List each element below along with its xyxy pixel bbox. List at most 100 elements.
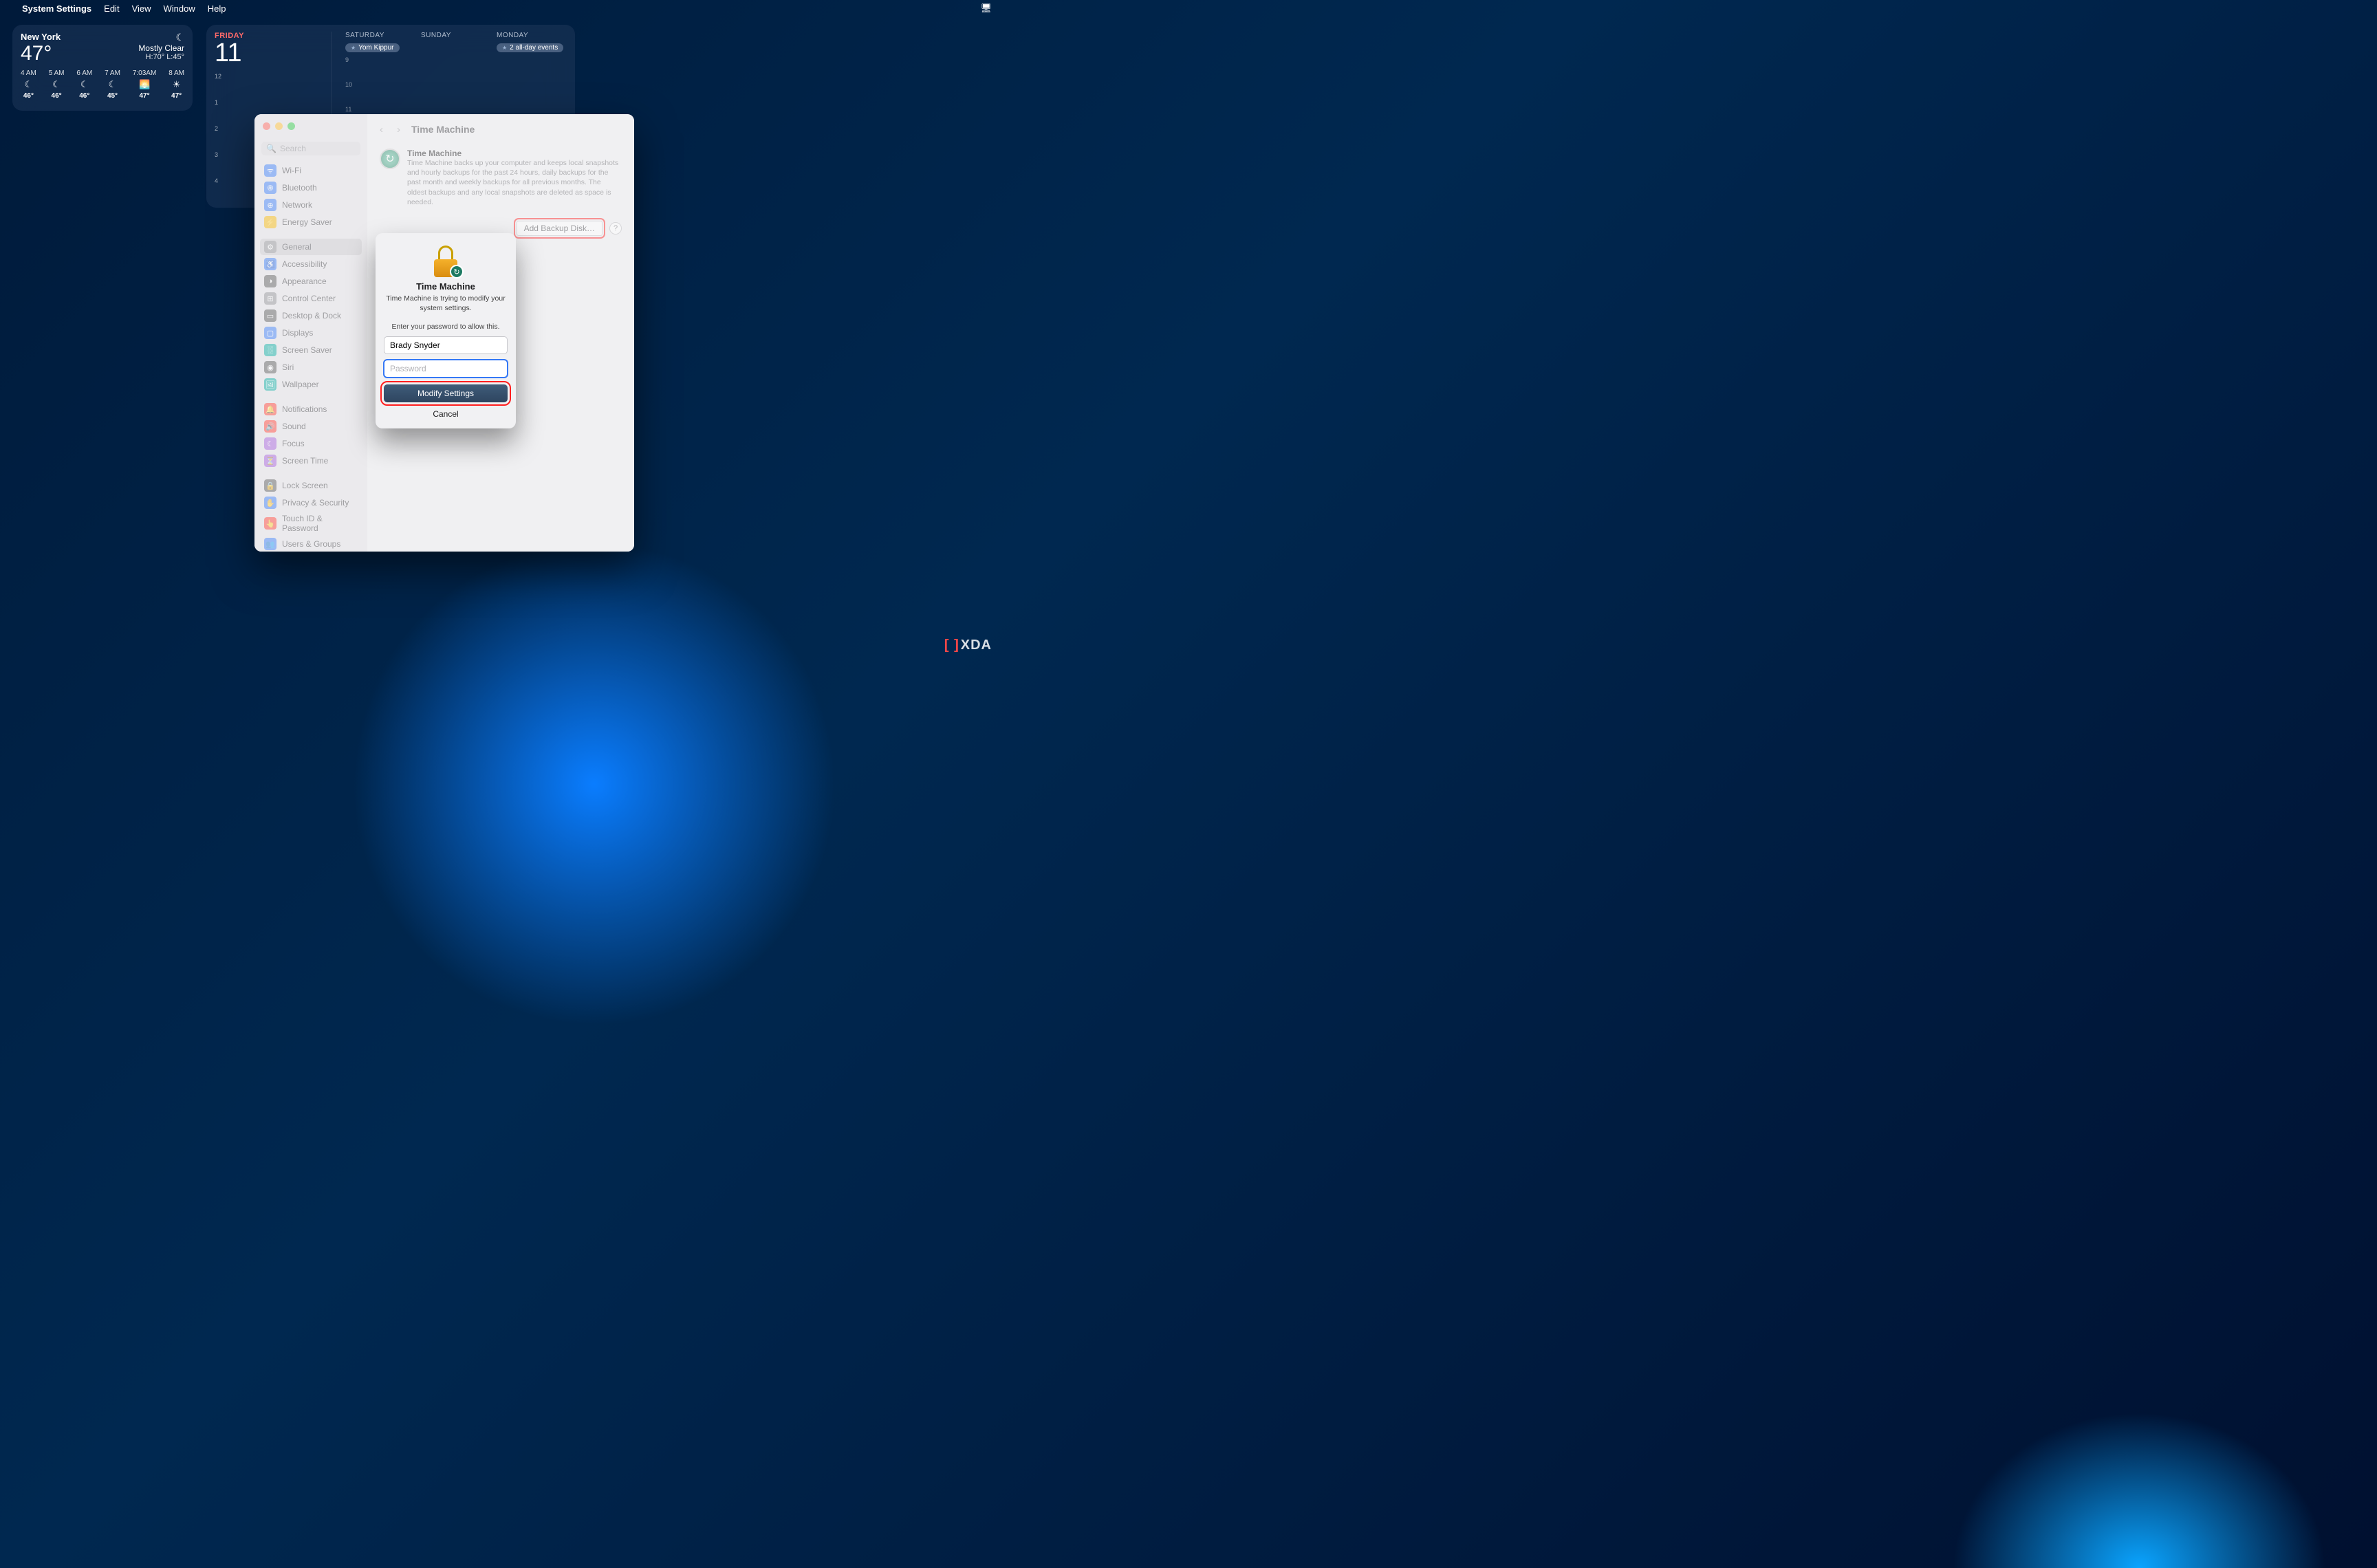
sidebar-item-label: Sound <box>282 422 306 431</box>
weather-widget[interactable]: New York 47° ☾ Mostly Clear H:70° L:45° … <box>12 25 193 111</box>
sidebar-item-users-groups[interactable]: 👥Users & Groups <box>260 536 362 552</box>
sidebar-icon: ◉ <box>264 361 276 373</box>
calendar-event-pill[interactable]: 2 all-day events <box>497 43 563 52</box>
sidebar-icon: ▢ <box>264 327 276 339</box>
menubar: System Settings Edit View Window Help 🖥 <box>0 0 1001 17</box>
sidebar-item-desktop-dock[interactable]: ▭Desktop & Dock <box>260 307 362 324</box>
description-head: Time Machine <box>407 149 622 158</box>
menu-view[interactable]: View <box>132 3 151 14</box>
sidebar-item-network[interactable]: ⊕ Network <box>260 197 362 213</box>
menubar-app-name[interactable]: System Settings <box>22 3 91 14</box>
help-button[interactable]: ? <box>609 222 622 235</box>
sidebar-item-notifications[interactable]: 🔔 Notifications <box>260 401 362 417</box>
menu-help[interactable]: Help <box>208 3 226 14</box>
forward-button[interactable]: › <box>394 124 403 135</box>
sidebar-item-lock-screen[interactable]: 🔒 Lock Screen <box>260 477 362 494</box>
sidebar-icon: ░ <box>264 344 276 356</box>
content-titlebar: ‹ › Time Machine <box>367 114 634 144</box>
calendar-event-pill[interactable]: Yom Kippur <box>345 43 400 52</box>
sidebar-item-label: Control Center <box>282 294 336 303</box>
back-button[interactable]: ‹ <box>377 124 386 135</box>
sidebar-items: ᯤ Wi-Fi ֍ Bluetooth ⊕ Network ⚡ Energy Saver ⚙ Ge… <box>260 162 362 552</box>
sidebar-icon: ᯤ <box>264 164 276 177</box>
time-machine-description: ↻ Time Machine Time Machine backs up you… <box>377 144 625 211</box>
moon-icon: ☾ <box>138 32 184 43</box>
sidebar-icon: ☾ <box>264 437 276 450</box>
add-backup-disk-button[interactable]: Add Backup Disk… <box>517 221 603 236</box>
sidebar-item-screen-saver[interactable]: ░Screen Saver <box>260 342 362 358</box>
sidebar-icon: ⚙ <box>264 241 276 253</box>
sidebar-item-touch-id-password[interactable]: 👆 Touch ID & Password <box>260 512 362 535</box>
sidebar-icon: ⊞ <box>264 292 276 305</box>
weather-hilo: H:70° L:45° <box>138 53 184 61</box>
lock-icon: ↻ <box>429 244 462 277</box>
zoom-icon[interactable] <box>287 122 295 130</box>
search-input[interactable]: 🔍 Search <box>261 142 360 155</box>
sidebar-icon: ◑ <box>264 275 276 287</box>
search-placeholder: Search <box>280 144 306 153</box>
auth-message: Time Machine is trying to modify your sy… <box>384 294 508 313</box>
sidebar-item-accessibility[interactable]: ♿Accessibility <box>260 256 362 272</box>
description-body: Time Machine backs up your computer and … <box>407 158 622 207</box>
sidebar-item-label: General <box>282 242 312 252</box>
search-icon: 🔍 <box>266 144 276 153</box>
sidebar-icon: ֍ <box>264 182 276 194</box>
sidebar-item-control-center[interactable]: ⊞ Control Center <box>260 290 362 307</box>
menu-window[interactable]: Window <box>164 3 195 14</box>
auth-dialog: ↻ Time Machine Time Machine is trying to… <box>376 233 516 428</box>
sidebar-item-screen-time[interactable]: ⏳Screen Time <box>260 453 362 469</box>
settings-sidebar: 🔍 Search ᯤ Wi-Fi ֍ Bluetooth ⊕ Network ⚡ Energy… <box>254 114 367 552</box>
weather-hour: 5 AM☾46° <box>49 69 65 100</box>
sidebar-item-label: Notifications <box>282 404 327 414</box>
weather-hourly: 4 AM☾46°5 AM☾46°6 AM☾46°7 AM☾45°7:03AM🌅4… <box>21 69 184 100</box>
username-field[interactable] <box>384 336 508 354</box>
sidebar-item-sound[interactable]: 🔊Sound <box>260 418 362 435</box>
sidebar-item-energy-saver[interactable]: ⚡ Energy Saver <box>260 214 362 230</box>
time-machine-icon: ↻ <box>380 149 400 169</box>
sidebar-item-wi-fi[interactable]: ᯤ Wi-Fi <box>260 162 362 179</box>
display-icon[interactable]: 🖥 <box>980 3 992 14</box>
sidebar-icon: 🔒 <box>264 479 276 492</box>
minimize-icon[interactable] <box>275 122 283 130</box>
sidebar-item-privacy-security[interactable]: ✋Privacy & Security <box>260 494 362 511</box>
weather-hour: 6 AM☾46° <box>76 69 92 100</box>
sidebar-icon: ⚡ <box>264 216 276 228</box>
calendar-today-num: 11 <box>215 40 325 66</box>
weather-hour: 8 AM☀47° <box>169 69 184 100</box>
sidebar-item-label: Wallpaper <box>282 380 319 389</box>
sidebar-item-label: Screen Time <box>282 456 328 466</box>
password-field[interactable] <box>384 360 508 378</box>
sidebar-item-label: Network <box>282 200 312 210</box>
sidebar-item-displays[interactable]: ▢ Displays <box>260 325 362 341</box>
sidebar-icon: ⊕ <box>264 199 276 211</box>
sidebar-item-label: Energy Saver <box>282 217 332 227</box>
close-icon[interactable] <box>263 122 270 130</box>
sidebar-item-label: Appearance <box>282 276 327 286</box>
sidebar-icon: 🔔 <box>264 403 276 415</box>
sidebar-item-general[interactable]: ⚙ General <box>260 239 362 255</box>
sidebar-icon: 👆 <box>264 517 276 530</box>
sidebar-item-label: Displays <box>282 328 313 338</box>
sidebar-item-label: Bluetooth <box>282 183 317 193</box>
sidebar-icon: 👥 <box>264 538 276 550</box>
weather-hour: 7:03AM🌅47° <box>133 69 156 100</box>
menu-edit[interactable]: Edit <box>104 3 119 14</box>
sidebar-item-wallpaper[interactable]: 🖼Wallpaper <box>260 376 362 393</box>
sidebar-item-label: Wi-Fi <box>282 166 301 175</box>
sidebar-item-bluetooth[interactable]: ֍ Bluetooth <box>260 179 362 196</box>
cancel-button[interactable]: Cancel <box>384 406 508 422</box>
sidebar-item-label: Lock Screen <box>282 481 328 490</box>
time-machine-badge-icon: ↻ <box>450 265 464 279</box>
modify-settings-button[interactable]: Modify Settings <box>384 384 508 402</box>
sidebar-item-focus[interactable]: ☾ Focus <box>260 435 362 452</box>
sidebar-item-siri[interactable]: ◉Siri <box>260 359 362 375</box>
auth-title: Time Machine <box>384 281 508 292</box>
sidebar-item-label: Focus <box>282 439 305 448</box>
sidebar-item-label: Touch ID & Password <box>282 514 358 533</box>
window-controls[interactable] <box>263 122 295 130</box>
sidebar-item-label: Privacy & Security <box>282 498 349 508</box>
xda-watermark: [ ]XDA <box>944 638 992 653</box>
sidebar-item-appearance[interactable]: ◑ Appearance <box>260 273 362 290</box>
auth-instruction: Enter your password to allow this. <box>384 323 508 331</box>
sidebar-item-label: Desktop & Dock <box>282 311 341 320</box>
